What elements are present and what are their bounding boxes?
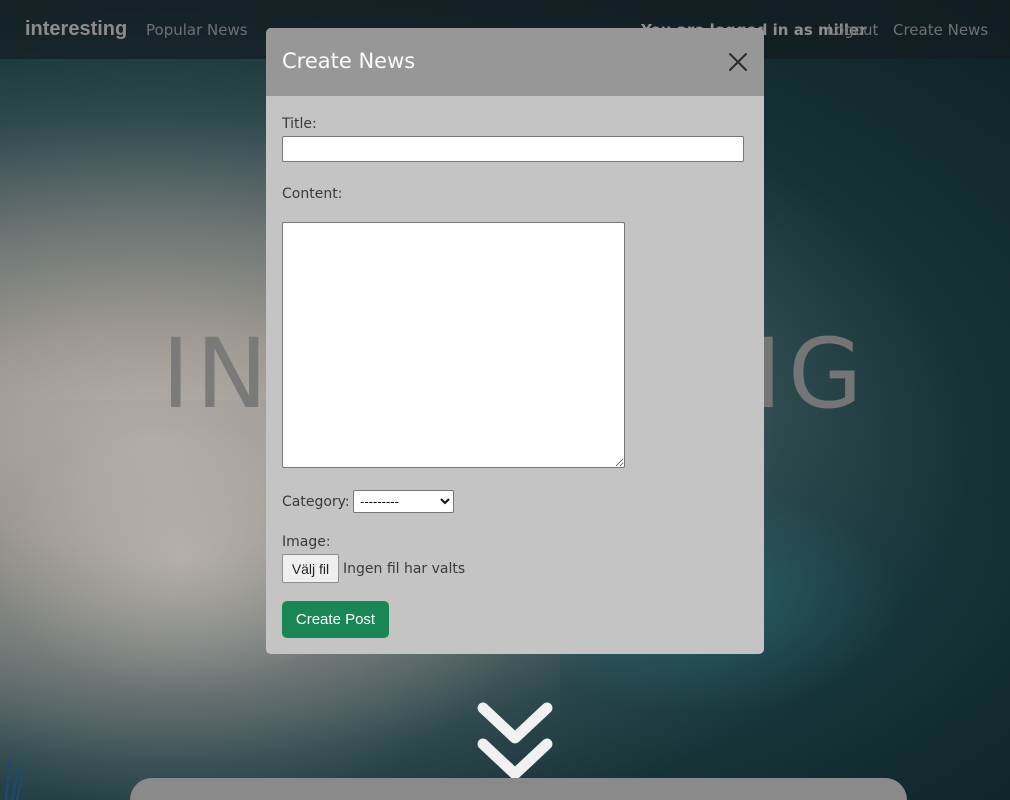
grass-decoration [4, 759, 25, 800]
create-news-modal: Create News Title: Content: Category: --… [266, 28, 764, 654]
nav-popular-news[interactable]: Popular News [146, 21, 248, 39]
category-select[interactable]: --------- [353, 490, 454, 513]
category-label: Category: [282, 494, 350, 510]
create-post-button[interactable]: Create Post [282, 601, 389, 638]
image-label: Image: [282, 534, 331, 550]
content-label: Content: [282, 186, 343, 202]
close-icon[interactable] [726, 50, 750, 74]
modal-header: Create News [266, 28, 764, 96]
double-chevron-down-icon[interactable] [475, 700, 555, 784]
nav-create-news[interactable]: Create News [893, 21, 988, 39]
modal-title: Create News [282, 49, 416, 73]
page: interesting Popular News You are logged … [0, 0, 1010, 800]
content-textarea[interactable] [282, 222, 625, 468]
content-card-top [130, 778, 907, 800]
title-input[interactable] [282, 136, 744, 162]
file-status-text: Ingen fil har valts [343, 561, 466, 577]
choose-file-button[interactable]: Välj fil [282, 554, 339, 583]
brand-link[interactable]: interesting [25, 18, 127, 41]
nav-logout[interactable]: Logout [827, 21, 878, 39]
title-label: Title: [282, 116, 317, 132]
